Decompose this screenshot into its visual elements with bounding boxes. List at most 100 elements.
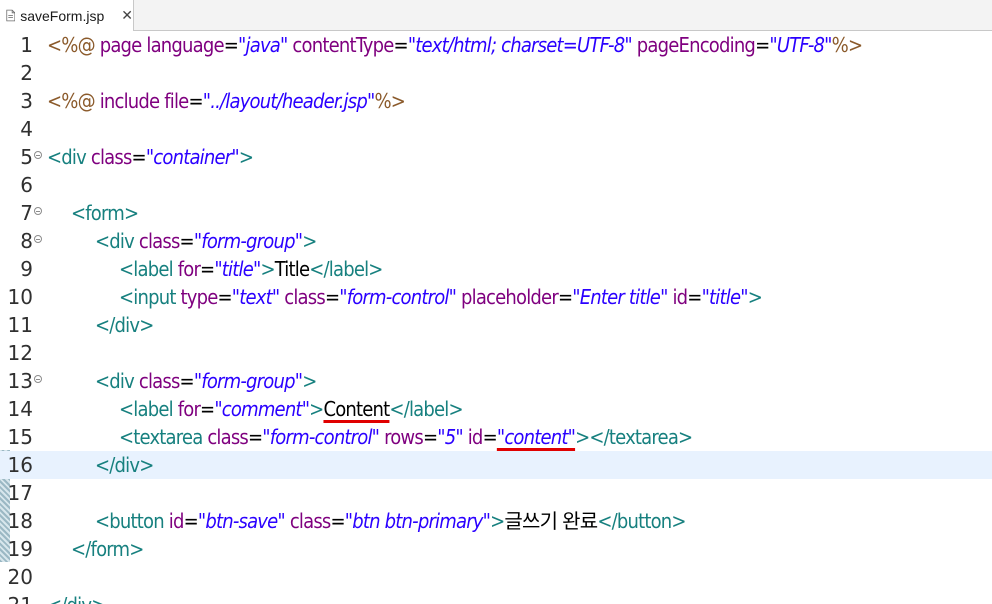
line-number: 20 (7, 565, 33, 589)
code-token: "form-control" (262, 425, 380, 449)
code-editor[interactable]: 1 <%@ page language="java" contentType="t… (0, 31, 992, 604)
code-token: include (99, 89, 165, 113)
code-token: = (330, 509, 346, 533)
code-line[interactable]: 3 <%@ include file="../layout/header.jsp"… (0, 87, 992, 115)
code-token: </label> (309, 257, 383, 281)
code-token: Content (323, 397, 390, 421)
code-token: type (180, 285, 218, 309)
code-token: language (146, 33, 224, 57)
tab-saveform-jsp[interactable]: saveForm.jsp ✕ (0, 0, 134, 31)
code-line[interactable]: 2 (0, 59, 992, 87)
code-token: class (90, 145, 132, 169)
code-token: </div> (47, 593, 106, 604)
code-token: > (238, 145, 254, 169)
code-token: </div> (95, 313, 154, 337)
code-token: class (138, 229, 180, 253)
code-token: = (223, 33, 239, 57)
line-number: 19 (7, 537, 33, 561)
line-number: 5 (20, 145, 33, 169)
code-token: "5" (437, 425, 463, 449)
code-line[interactable]: 18 <button id="btn-save" class="btn btn-p… (0, 507, 992, 535)
line-number: 12 (7, 341, 33, 365)
code-line[interactable]: 20 (0, 563, 992, 591)
line-number: 17 (7, 481, 33, 505)
code-line[interactable]: 16 </div> (0, 451, 992, 479)
code-text: </div> (95, 451, 154, 479)
code-token: "title" (214, 257, 261, 281)
code-line[interactable]: 5 <div class="container"> (0, 143, 992, 171)
fold-collapse-icon[interactable] (34, 235, 42, 243)
code-line[interactable]: 13 <div class="form-group"> (0, 367, 992, 395)
code-line[interactable]: 1 <%@ page language="java" contentType="t… (0, 31, 992, 59)
code-text: </form> (71, 535, 144, 563)
close-icon[interactable]: ✕ (121, 8, 133, 24)
code-text: <textarea class="form-control" rows="5" … (119, 423, 693, 451)
line-number: 10 (7, 285, 33, 309)
code-token: </label> (389, 397, 463, 421)
code-text: <div class="form-group"> (95, 367, 317, 395)
code-line[interactable]: 11 </div> (0, 311, 992, 339)
code-token: = (422, 425, 438, 449)
line-number: 11 (7, 313, 33, 337)
code-line[interactable]: 7 <form> (0, 199, 992, 227)
line-number: 21 (0, 591, 33, 604)
code-token: "form-control" (339, 285, 457, 309)
code-line[interactable]: 14 <label for="comment">Content</label> (0, 395, 992, 423)
fold-collapse-icon[interactable] (34, 207, 42, 215)
line-number: 7 (20, 201, 33, 225)
line-number: 14 (7, 397, 33, 421)
code-text: <%@ page language="java" contentType="te… (47, 31, 863, 59)
editor-tab-bar: saveForm.jsp ✕ (0, 0, 992, 31)
code-token: "btn-save" (197, 509, 286, 533)
code-token: <input (119, 285, 181, 309)
code-token: "text" (231, 285, 280, 309)
code-token: = (200, 397, 215, 421)
code-token: class (207, 425, 249, 449)
code-text: <input type="text" class="form-control" … (119, 283, 763, 311)
jsp-file-icon (6, 9, 16, 22)
code-token: = (179, 229, 195, 253)
code-token: for (177, 397, 201, 421)
code-token: %> (831, 33, 863, 57)
code-line[interactable]: 6 (0, 171, 992, 199)
code-line[interactable]: 8 <div class="form-group"> (0, 227, 992, 255)
code-line[interactable]: 4 (0, 115, 992, 143)
code-line[interactable]: 10 <input type="text" class="form-control… (0, 283, 992, 311)
fold-collapse-icon[interactable] (34, 375, 42, 383)
code-token: %> (374, 89, 406, 113)
code-token: "title" (701, 285, 749, 309)
code-token: "comment" (214, 397, 310, 421)
code-text: <div class="form-group"> (95, 227, 317, 255)
code-token: <div (95, 369, 139, 393)
code-line[interactable]: 17 (0, 479, 992, 507)
fold-collapse-icon[interactable] (34, 151, 42, 159)
line-number: 6 (20, 173, 33, 197)
line-number: 1 (20, 33, 33, 57)
code-token: page (99, 33, 147, 57)
code-token: rows (384, 425, 424, 449)
code-token: "btn btn-primary" (344, 509, 491, 533)
code-token: = (393, 33, 409, 57)
code-line[interactable]: 12 (0, 339, 992, 367)
line-number: 2 (20, 61, 33, 85)
code-token: id (168, 509, 185, 533)
code-token: <label (119, 257, 178, 281)
code-token: id (467, 425, 484, 449)
code-token: pageEncoding (636, 33, 756, 57)
code-token: > (302, 369, 317, 393)
code-token: id (672, 285, 688, 309)
code-line[interactable]: 19 </form> (0, 535, 992, 563)
code-token: > (302, 229, 317, 253)
line-number: 16 (7, 453, 33, 477)
code-token: = (755, 33, 770, 57)
code-text: <label for="comment">Content</label> (119, 395, 464, 423)
code-token: = (687, 285, 702, 309)
code-line[interactable]: 9 <label for="title">Title</label> (0, 255, 992, 283)
code-token: ></textarea> (575, 425, 693, 449)
code-line[interactable]: 15 <textarea class="form-control" rows="5… (0, 423, 992, 451)
code-line[interactable]: 21 </div> (0, 591, 992, 604)
code-token: > (309, 397, 324, 421)
code-text: </div> (47, 591, 106, 604)
line-number: 15 (7, 425, 33, 449)
code-token: > (260, 257, 275, 281)
